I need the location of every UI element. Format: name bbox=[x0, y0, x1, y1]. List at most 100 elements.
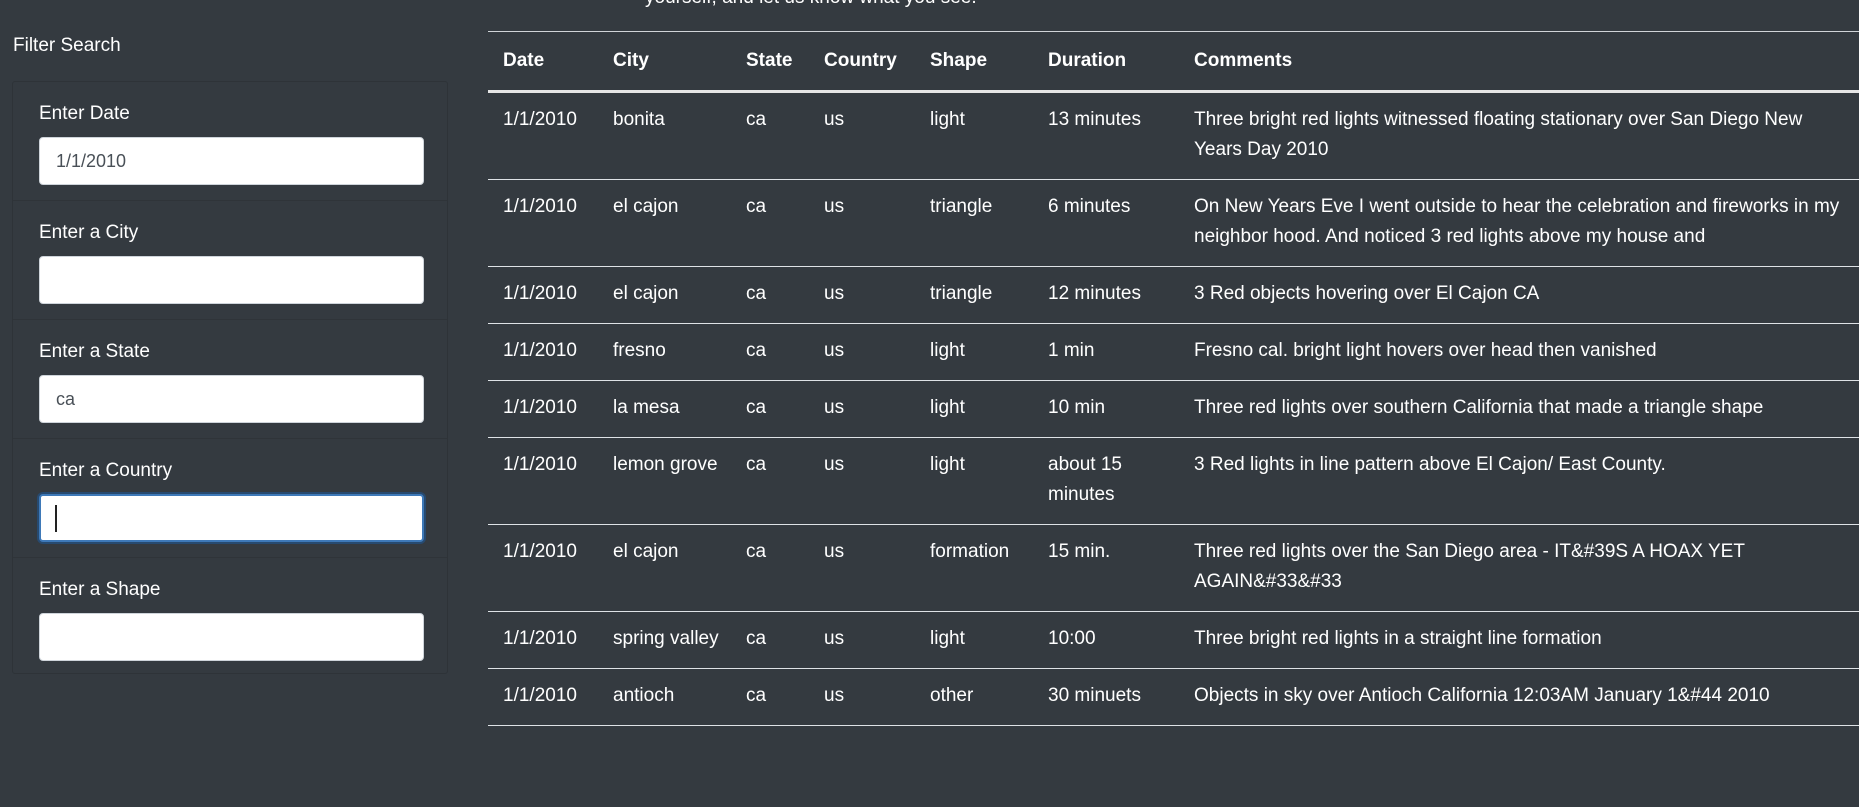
cell-country: us bbox=[809, 437, 915, 525]
cell-city: el cajon bbox=[598, 524, 731, 612]
cell-comments: Three bright red lights witnessed floati… bbox=[1179, 91, 1859, 180]
cell-duration: 10 min bbox=[1033, 380, 1179, 438]
cell-city: lemon grove bbox=[598, 437, 731, 525]
table-row: 1/1/2010 spring valley ca us light 10:00… bbox=[488, 611, 1859, 669]
table-row: 1/1/2010 lemon grove ca us light about 1… bbox=[488, 437, 1859, 525]
header-date: Date bbox=[488, 32, 598, 93]
cell-country: us bbox=[809, 266, 915, 324]
table-row: 1/1/2010 el cajon ca us formation 15 min… bbox=[488, 524, 1859, 612]
cell-duration: 13 minutes bbox=[1033, 91, 1179, 180]
header-duration: Duration bbox=[1033, 32, 1179, 93]
cell-date: 1/1/2010 bbox=[488, 179, 598, 267]
state-input[interactable] bbox=[39, 375, 424, 423]
cell-date: 1/1/2010 bbox=[488, 380, 598, 438]
cell-comments: Three red lights over the San Diego area… bbox=[1179, 524, 1859, 612]
header-comments: Comments bbox=[1179, 32, 1859, 93]
cell-shape: triangle bbox=[915, 179, 1033, 267]
filter-group-state: Enter a State bbox=[13, 320, 447, 439]
cell-city: bonita bbox=[598, 91, 731, 180]
cell-date: 1/1/2010 bbox=[488, 611, 598, 669]
filter-group-city: Enter a City bbox=[13, 201, 447, 320]
shape-label: Enter a Shape bbox=[39, 579, 161, 600]
cell-date: 1/1/2010 bbox=[488, 266, 598, 324]
cell-shape: other bbox=[915, 668, 1033, 726]
cell-country: us bbox=[809, 668, 915, 726]
filter-search-heading: Filter Search bbox=[13, 35, 121, 56]
city-label: Enter a City bbox=[39, 222, 139, 243]
cell-comments: 3 Red lights in line pattern above El Ca… bbox=[1179, 437, 1859, 525]
cell-date: 1/1/2010 bbox=[488, 524, 598, 612]
cell-comments: 3 Red objects hovering over El Cajon CA bbox=[1179, 266, 1859, 324]
cell-city: la mesa bbox=[598, 380, 731, 438]
cell-city: el cajon bbox=[598, 266, 731, 324]
table-body: 1/1/2010 bonita ca us light 13 minutes T… bbox=[488, 91, 1859, 726]
cell-country: us bbox=[809, 91, 915, 180]
cell-country: us bbox=[809, 611, 915, 669]
header-shape: Shape bbox=[915, 32, 1033, 93]
header-row: Date City State Country Shape Duration C… bbox=[488, 32, 1859, 93]
cell-shape: light bbox=[915, 380, 1033, 438]
intro-text: yourself, and let us know what you see. bbox=[645, 0, 977, 10]
cell-city: fresno bbox=[598, 323, 731, 381]
table-header: Date City State Country Shape Duration C… bbox=[488, 32, 1859, 93]
date-label: Enter Date bbox=[39, 103, 130, 124]
cell-date: 1/1/2010 bbox=[488, 323, 598, 381]
cell-comments: Objects in sky over Antioch California 1… bbox=[1179, 668, 1859, 726]
cell-shape: triangle bbox=[915, 266, 1033, 324]
header-country: Country bbox=[809, 32, 915, 93]
table-row: 1/1/2010 el cajon ca us triangle 6 minut… bbox=[488, 179, 1859, 267]
filter-group-shape: Enter a Shape bbox=[13, 558, 447, 677]
cell-country: us bbox=[809, 524, 915, 612]
cell-state: ca bbox=[731, 524, 809, 612]
header-city: City bbox=[598, 32, 731, 93]
cell-date: 1/1/2010 bbox=[488, 91, 598, 180]
cell-comments: On New Years Eve I went outside to hear … bbox=[1179, 179, 1859, 267]
filter-panel: Enter Date Enter a City Enter a State En… bbox=[12, 81, 448, 674]
cell-state: ca bbox=[731, 266, 809, 324]
date-input[interactable] bbox=[39, 137, 424, 185]
table-row: 1/1/2010 fresno ca us light 1 min Fresno… bbox=[488, 323, 1859, 381]
cell-state: ca bbox=[731, 380, 809, 438]
table-row: 1/1/2010 antioch ca us other 30 minuets … bbox=[488, 668, 1859, 726]
filter-group-date: Enter Date bbox=[13, 82, 447, 201]
cell-comments: Three red lights over southern Californi… bbox=[1179, 380, 1859, 438]
cell-duration: 12 minutes bbox=[1033, 266, 1179, 324]
cell-duration: about 15 minutes bbox=[1033, 437, 1179, 525]
shape-input[interactable] bbox=[39, 613, 424, 661]
cell-duration: 6 minutes bbox=[1033, 179, 1179, 267]
cell-duration: 15 min. bbox=[1033, 524, 1179, 612]
cell-state: ca bbox=[731, 179, 809, 267]
cell-country: us bbox=[809, 380, 915, 438]
cell-country: us bbox=[809, 323, 915, 381]
cell-state: ca bbox=[731, 91, 809, 180]
city-input[interactable] bbox=[39, 256, 424, 304]
cell-shape: formation bbox=[915, 524, 1033, 612]
cell-shape: light bbox=[915, 323, 1033, 381]
header-state: State bbox=[731, 32, 809, 93]
cell-state: ca bbox=[731, 437, 809, 525]
country-input[interactable] bbox=[39, 494, 424, 542]
country-label: Enter a Country bbox=[39, 460, 173, 481]
cell-shape: light bbox=[915, 437, 1033, 525]
ufo-table: Date City State Country Shape Duration C… bbox=[488, 32, 1859, 726]
cell-duration: 30 minuets bbox=[1033, 668, 1179, 726]
cell-comments: Fresno cal. bright light hovers over hea… bbox=[1179, 323, 1859, 381]
cell-duration: 1 min bbox=[1033, 323, 1179, 381]
filter-sidebar: Filter Search Enter Date Enter a City En… bbox=[0, 0, 460, 807]
cell-state: ca bbox=[731, 611, 809, 669]
page: yourself, and let us know what you see. … bbox=[0, 0, 1859, 807]
table-row: 1/1/2010 el cajon ca us triangle 12 minu… bbox=[488, 266, 1859, 324]
state-label: Enter a State bbox=[39, 341, 150, 362]
table-row: 1/1/2010 la mesa ca us light 10 min Thre… bbox=[488, 380, 1859, 438]
cell-date: 1/1/2010 bbox=[488, 668, 598, 726]
ufo-table-container[interactable]: Date City State Country Shape Duration C… bbox=[488, 31, 1859, 807]
cell-city: antioch bbox=[598, 668, 731, 726]
cell-duration: 10:00 bbox=[1033, 611, 1179, 669]
table-row: 1/1/2010 bonita ca us light 13 minutes T… bbox=[488, 91, 1859, 180]
cell-shape: light bbox=[915, 91, 1033, 180]
text-caret bbox=[55, 505, 57, 532]
cell-comments: Three bright red lights in a straight li… bbox=[1179, 611, 1859, 669]
cell-shape: light bbox=[915, 611, 1033, 669]
cell-state: ca bbox=[731, 668, 809, 726]
cell-city: el cajon bbox=[598, 179, 731, 267]
